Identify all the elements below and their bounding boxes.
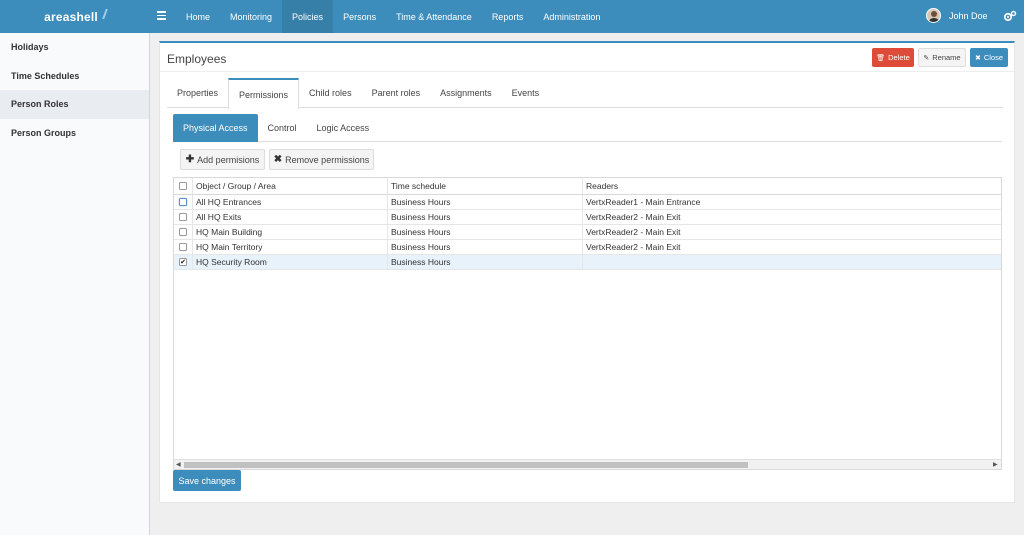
cell-schedule: Business Hours [388, 255, 583, 269]
cell-schedule: Business Hours [388, 240, 583, 254]
close-button[interactable]: ✖ Close [970, 48, 1008, 67]
topnav-policies[interactable]: Policies [282, 0, 334, 33]
select-all-cell [174, 178, 193, 194]
plus-icon: ✚ [185, 154, 195, 165]
cell-schedule: Business Hours [388, 210, 583, 224]
subtab-logic-access[interactable]: Logic Access [307, 114, 380, 142]
cell-object: All HQ Entrances [193, 195, 388, 209]
tab-properties[interactable]: Properties [167, 78, 228, 108]
gears-icon[interactable] [1003, 10, 1017, 22]
x-icon: ✖ [273, 154, 283, 165]
table-row[interactable]: HQ Main Territory Business Hours VertxRe… [174, 240, 1001, 255]
tab-permissions[interactable]: Permissions [228, 78, 300, 109]
row-select-cell [174, 195, 193, 209]
save-changes-button[interactable]: Save changes [173, 470, 241, 491]
cell-readers: VertxReader2 - Main Exit [586, 212, 681, 222]
table-row[interactable]: All HQ Exits Business Hours VertxReader2… [174, 210, 1001, 225]
column-header-object[interactable]: Object / Group / Area [193, 178, 388, 194]
table-row[interactable]: HQ Main Building Business Hours VertxRea… [174, 225, 1001, 240]
cell-schedule: Business Hours [388, 195, 583, 209]
avatar [926, 8, 941, 23]
brand-name: areashell [44, 9, 98, 24]
remove-permissions-label: Remove permissions [285, 154, 370, 165]
tab-child-roles[interactable]: Child roles [299, 78, 362, 108]
cell-readers [583, 255, 1001, 269]
sidebar-item-time-schedules[interactable]: Time Schedules [0, 62, 149, 91]
horizontal-scrollbar[interactable]: ◀ ▶ [174, 459, 1001, 469]
select-all-checkbox[interactable] [179, 182, 187, 190]
column-header-schedule[interactable]: Time schedule [388, 178, 583, 194]
row-select-cell [174, 210, 193, 224]
row-checkbox[interactable] [179, 198, 187, 206]
table-row[interactable]: ✔ HQ Security Room Business Hours [174, 255, 1001, 270]
cell-object: HQ Security Room [193, 255, 388, 269]
scroll-right-icon[interactable]: ▶ [993, 461, 998, 468]
row-checkbox[interactable] [179, 243, 187, 251]
close-label: Close [983, 53, 1004, 62]
hamburger-icon[interactable] [157, 11, 166, 20]
sidebar-item-person-groups[interactable]: Person Groups [0, 119, 149, 148]
row-checkbox[interactable] [179, 228, 187, 236]
delete-button[interactable]: 🗑 Delete [872, 48, 914, 67]
permissions-grid: Object / Group / Area Time schedule Read… [173, 177, 1002, 470]
header-divider [160, 71, 1014, 72]
top-menu: Home Monitoring Policies Persons Time & … [176, 0, 610, 33]
user-name: John Doe [949, 10, 988, 21]
subtab-physical-access[interactable]: Physical Access [173, 114, 258, 142]
sidebar: Holidays Time Schedules Person Roles Per… [0, 33, 150, 535]
brand-logo[interactable]: areashell [0, 0, 150, 33]
row-select-cell [174, 225, 193, 239]
row-select-cell: ✔ [174, 255, 193, 269]
table-row[interactable]: All HQ Entrances Business Hours VertxRea… [174, 195, 1001, 210]
add-permissions-button[interactable]: ✚ Add permisions [180, 149, 265, 170]
cell-object: HQ Main Territory [193, 240, 388, 254]
user-menu[interactable]: John Doe [926, 8, 988, 23]
cell-readers: VertxReader2 - Main Exit [586, 227, 681, 237]
close-icon: ✖ [974, 54, 981, 62]
brand-mark-icon [98, 8, 108, 19]
trash-icon: 🗑 [876, 54, 886, 62]
row-checkbox[interactable]: ✔ [179, 258, 187, 266]
cell-object: All HQ Exits [193, 210, 388, 224]
tab-events[interactable]: Events [502, 78, 550, 108]
scroll-left-icon[interactable]: ◀ [176, 461, 181, 468]
row-select-cell [174, 240, 193, 254]
grid-header: Object / Group / Area Time schedule Read… [174, 178, 1001, 195]
tab-assignments[interactable]: Assignments [430, 78, 502, 108]
edit-icon: ✎ [923, 54, 930, 62]
cell-object: HQ Main Building [193, 225, 388, 239]
permission-subtabs: Physical Access Control Logic Access [173, 114, 1002, 142]
topnav-home[interactable]: Home [176, 0, 220, 33]
topnav-time-attendance[interactable]: Time & Attendance [386, 0, 482, 33]
sidebar-item-person-roles[interactable]: Person Roles [0, 90, 149, 119]
topnav-administration[interactable]: Administration [533, 0, 610, 33]
row-checkbox[interactable] [179, 213, 187, 221]
column-header-readers[interactable]: Readers [583, 178, 1001, 194]
topnav-reports[interactable]: Reports [482, 0, 534, 33]
topnav-monitoring[interactable]: Monitoring [220, 0, 282, 33]
role-tabs: Properties Permissions Child roles Paren… [167, 78, 1003, 109]
scrollbar-thumb[interactable] [184, 462, 748, 468]
remove-permissions-button[interactable]: ✖ Remove permissions [269, 149, 374, 170]
tab-parent-roles[interactable]: Parent roles [362, 78, 431, 108]
role-panel: Employees 🗑 Delete ✎ Rename ✖ Close Prop… [159, 41, 1015, 503]
delete-label: Delete [888, 53, 910, 62]
top-navbar: areashell Home Monitoring Policies Perso… [0, 0, 1024, 33]
rename-label: Rename [932, 53, 961, 62]
sidebar-item-holidays[interactable]: Holidays [0, 33, 149, 62]
topnav-persons[interactable]: Persons [333, 0, 386, 33]
panel-title: Employees [167, 52, 227, 66]
cell-schedule: Business Hours [388, 225, 583, 239]
rename-button[interactable]: ✎ Rename [918, 48, 966, 67]
subtab-control[interactable]: Control [258, 114, 307, 142]
cell-readers: VertxReader1 - Main Entrance [586, 197, 701, 207]
cell-readers: VertxReader2 - Main Exit [586, 242, 681, 252]
add-permissions-label: Add permisions [197, 154, 260, 165]
